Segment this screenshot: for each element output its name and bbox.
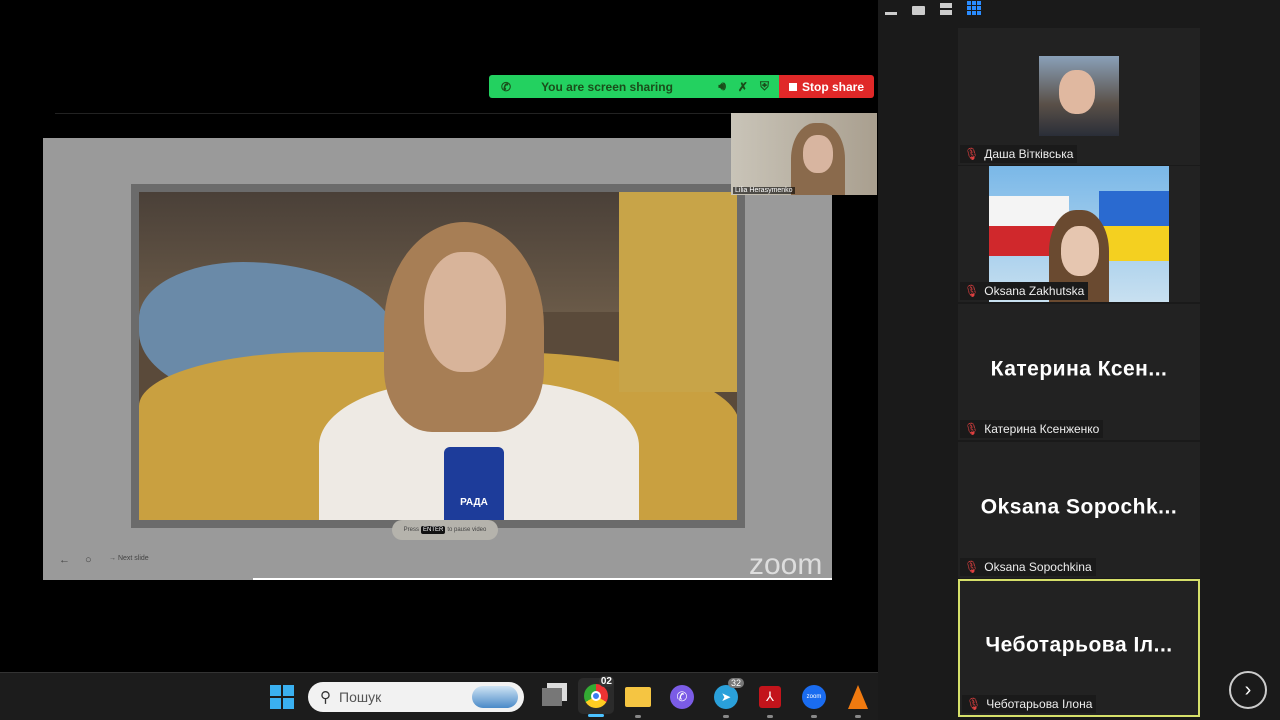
self-video[interactable]: Lilia Herasymenko — [731, 113, 877, 195]
audio-icon[interactable]: 🔊︎ — [718, 79, 726, 94]
participant-tile[interactable]: Катерина Ксен... 🎙︎ Катерина Ксенженко — [958, 304, 1200, 440]
participant-name-tag: 🎙︎ Чеботарьова Ілона — [962, 695, 1097, 713]
mic-muted-icon: 🎙︎ — [964, 422, 980, 436]
mic-muted-icon: 🎙︎ — [966, 697, 982, 711]
telegram-badge: 32 — [727, 678, 744, 688]
security-shield-icon[interactable]: ⛨ — [760, 79, 769, 94]
search-icon: ⚲ — [320, 689, 331, 706]
progress-line — [253, 578, 832, 580]
windows-start-icon[interactable] — [266, 681, 298, 713]
participant-display-name: Oksana Sopochk... — [980, 495, 1178, 519]
participant-tile[interactable]: 🎙︎ Даша Вітківська — [958, 28, 1200, 165]
sharing-status: You are screen sharing — [541, 79, 673, 94]
vlc-icon[interactable] — [842, 681, 874, 718]
divider — [55, 113, 731, 114]
participant-tile[interactable]: 🎙︎ Oksana Zakhutska — [958, 166, 1200, 302]
task-view-icon[interactable] — [536, 681, 568, 713]
single-view-icon[interactable] — [912, 6, 925, 15]
participant-display-name: Катерина Ксен... — [990, 357, 1168, 381]
pin-icon[interactable]: ○ — [85, 554, 92, 566]
mic-muted-icon[interactable]: ✗ — [738, 80, 748, 94]
search-highlight-image — [472, 686, 518, 708]
stop-share-label: Stop share — [801, 79, 864, 94]
viber-icon[interactable]: ✆ — [666, 681, 698, 713]
taskbar: ⚲ Пошук 02 ✆ ➤ 32 ⅄ zoom — [0, 672, 878, 720]
stop-share-button[interactable]: Stop share — [779, 75, 874, 98]
participant-display-name: Чеботарьова Іл... — [985, 633, 1173, 657]
file-explorer-icon[interactable] — [622, 681, 654, 718]
telegram-icon[interactable]: ➤ 32 — [710, 678, 744, 718]
mic-muted-icon: 🎙︎ — [964, 147, 980, 161]
stop-icon — [788, 82, 797, 91]
chrome-badge: 02 — [598, 676, 614, 687]
search-placeholder: Пошук — [339, 689, 382, 705]
acrobat-icon[interactable]: ⅄ — [754, 681, 786, 718]
participant-name-tag: 🎙︎ Катерина Ксенженко — [960, 420, 1104, 438]
microphone: РАДА — [444, 447, 504, 520]
strip-view-icon[interactable] — [940, 3, 952, 15]
participant-name-tag: 🎙︎ Oksana Sopochkina — [960, 558, 1096, 576]
self-name: Lilia Herasymenko — [733, 187, 795, 194]
participant-photo — [1039, 56, 1119, 136]
next-page-button[interactable]: › — [1229, 671, 1267, 709]
search-box[interactable]: ⚲ Пошук — [308, 682, 524, 712]
screen-sharing-bar: ✆ You are screen sharing 🔊︎ ✗ ⛨ — [489, 75, 779, 98]
chrome-icon[interactable]: 02 — [578, 676, 614, 717]
presenter-face — [424, 252, 506, 372]
mic-muted-icon: 🎙︎ — [964, 560, 980, 574]
self-face — [803, 135, 833, 173]
mic-muted-icon: 🎙︎ — [964, 284, 980, 298]
phone-icon[interactable]: ✆ — [501, 80, 511, 94]
participant-name-tag: 🎙︎ Oksana Zakhutska — [960, 282, 1089, 300]
back-arrow-icon[interactable]: ← — [59, 554, 70, 566]
minimize-icon[interactable] — [885, 12, 897, 15]
participant-name-tag: 🎙︎ Даша Вітківська — [960, 145, 1078, 163]
video-player[interactable]: РАДА — [131, 184, 745, 528]
flag-yellow-right — [619, 192, 737, 392]
zoom-app-icon[interactable]: zoom — [798, 681, 830, 718]
zoom-watermark: zoom — [749, 548, 823, 581]
gallery-view-icon[interactable] — [967, 1, 982, 16]
participant-tile-active-speaker[interactable]: Чеботарьова Іл... 🎙︎ Чеботарьова Ілона — [958, 579, 1200, 717]
participant-tile[interactable]: Oksana Sopochk... 🎙︎ Oksana Sopochkina — [958, 442, 1200, 578]
next-slide-button[interactable]: → Next slide — [109, 555, 149, 562]
pause-hint: Press ENTER to pause video — [392, 520, 498, 540]
